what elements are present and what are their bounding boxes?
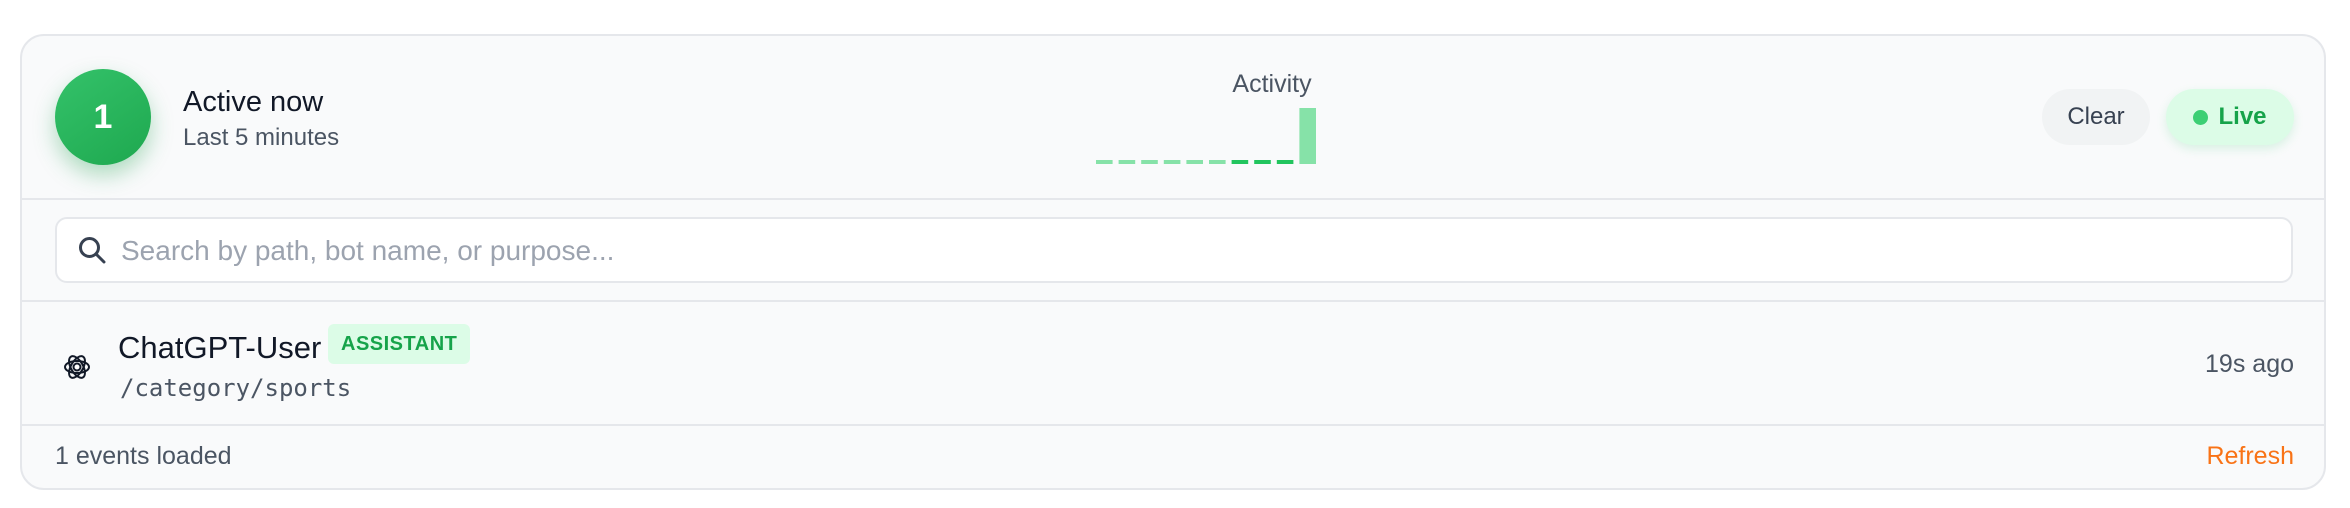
activity-bar [1254,160,1271,164]
activity-label: Activity [1232,70,1312,98]
search-box[interactable] [55,217,2293,283]
active-count-badge: 1 [55,69,151,165]
openai-icon [64,355,90,379]
panel-title: Active now [183,86,324,118]
activity-bar [1299,108,1316,164]
panel-footer: 1 events loaded Refresh [22,424,2324,488]
refresh-link[interactable]: Refresh [2206,442,2294,471]
live-label: Live [2218,103,2267,130]
activity-bar [1209,160,1226,164]
live-status-dot [2193,109,2209,125]
event-row[interactable]: ChatGPT-User ASSISTANT /category/sports … [22,300,2324,426]
activity-bar [1186,160,1203,164]
event-time: 19s ago [2205,350,2294,378]
header-actions: Clear Live [2042,89,2294,145]
bot-name: ChatGPT-User [118,330,322,365]
role-badge: ASSISTANT [328,324,471,364]
panel-subtitle: Last 5 minutes [183,124,340,151]
search-input[interactable] [119,229,2273,273]
activity-bar [1276,160,1294,164]
activity-bar [1141,160,1158,164]
activity-bar [1096,160,1113,164]
events-loaded-count: 1 events loaded [55,442,232,470]
panel-header: 1 Active now Last 5 minutes Activity Cle… [22,36,2324,200]
activity-sparkline [1096,108,1316,164]
activity-bar [1163,160,1181,164]
search-row [22,198,2324,302]
activity-bar [1118,160,1136,164]
search-icon [79,237,106,264]
activity-bar [1231,160,1249,164]
clear-button[interactable]: Clear [2042,89,2150,145]
live-toggle-button[interactable]: Live [2166,89,2294,145]
request-path: /category/sports [120,374,352,402]
live-activity-panel: 1 Active now Last 5 minutes Activity Cle… [20,34,2326,490]
